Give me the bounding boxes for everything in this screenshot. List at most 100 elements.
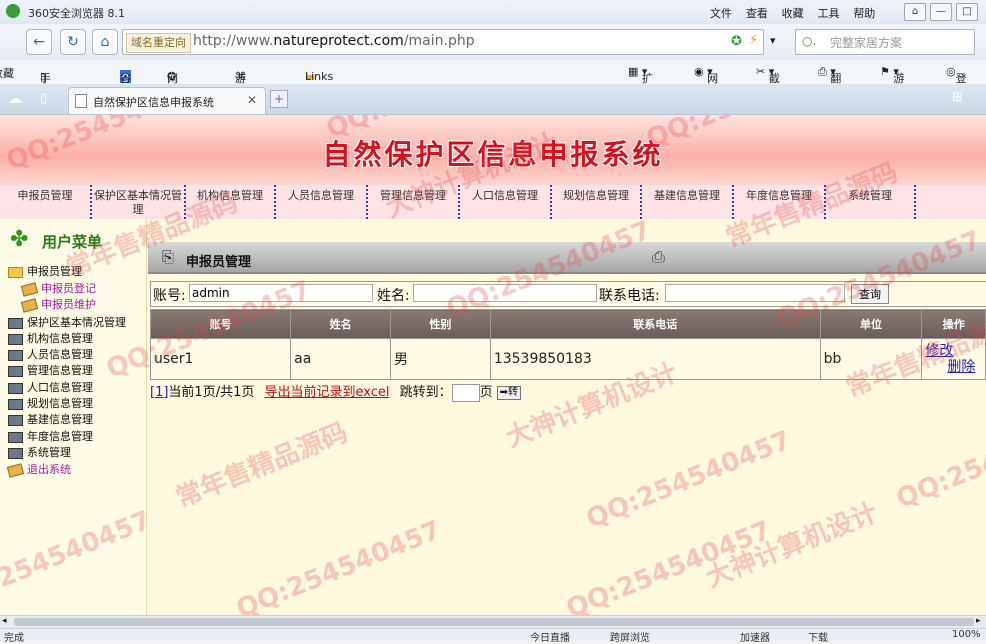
topnav-declarer[interactable]: 申报员管理 <box>0 185 92 219</box>
scroll-left-icon[interactable]: ◂ <box>2 616 7 626</box>
tab-close-icon[interactable]: ✕ <box>247 93 257 107</box>
toolbar-login[interactable]: ◎ 登录 <box>946 65 967 101</box>
sidebar-item-reserve-basic[interactable]: 保护区基本情况管理 <box>8 314 126 330</box>
topnav-system[interactable]: 系统管理 <box>826 185 916 219</box>
page-1-link[interactable]: [1] <box>150 385 168 400</box>
toolbar-screenshot[interactable]: ✂ 截图 ▾ <box>756 65 780 101</box>
topnav-annual[interactable]: 年度信息管理 <box>734 185 826 219</box>
book-icon <box>8 414 23 426</box>
status-zoom[interactable]: 100% <box>952 629 981 640</box>
tab-menu-icon[interactable]: ⊞ <box>952 90 963 105</box>
book-icon <box>8 365 23 377</box>
new-tab-button[interactable]: + <box>270 90 288 108</box>
toolbar-banking[interactable]: ◉ 网银 ▾ <box>694 65 718 101</box>
bookmark-favorites[interactable]: 收藏 <box>0 65 14 81</box>
status-crossscreen[interactable]: 跨屏浏览 <box>610 629 650 644</box>
menu-item-tools[interactable]: 工具 <box>817 7 839 20</box>
sidebar-item-planning[interactable]: 规划信息管理 <box>8 395 93 411</box>
sidebar-item-declarer[interactable]: 申报员管理 <box>8 263 82 279</box>
address-toolbar: ← ↻ ⌂ 域名重定向 http://www.natureprotect.com… <box>0 24 986 61</box>
phone-label: 联系电话: <box>599 288 660 304</box>
sidebar-item-institution[interactable]: 机构信息管理 <box>8 330 93 346</box>
home-button[interactable]: ⌂ <box>92 29 118 55</box>
browser-logo-icon <box>6 4 20 18</box>
topnav-management[interactable]: 管理信息管理 <box>368 185 460 219</box>
pager: [1]当前1页/共1页 导出当前记录到excel 跳转到： 页 ➡转 <box>150 381 550 402</box>
watermark-text: QQ:254540457 <box>892 405 986 515</box>
url-dropdown-icon[interactable]: ▾ <box>770 34 776 47</box>
sidebar-item-declarer-register[interactable]: 申报员登记 <box>20 280 96 297</box>
horizontal-scrollbar[interactable]: ◂ ▸ <box>0 615 986 628</box>
banner: 自然保护区信息申报系统 <box>0 115 986 185</box>
sidebar: ✤ 用户菜单 申报员管理 申报员登记 申报员维护 保护区基本情况管理 机构信息管… <box>0 219 147 615</box>
name-label: 姓名: <box>377 288 410 304</box>
lightning-icon[interactable]: ⚡ <box>749 33 758 48</box>
redirect-badge[interactable]: 域名重定向 <box>126 33 191 53</box>
watermark-text: QQ:254540457 <box>562 515 776 615</box>
topnav-institution[interactable]: 机构信息管理 <box>186 185 276 219</box>
sidebar-item-management[interactable]: 管理信息管理 <box>8 362 93 378</box>
toolbar-extensions[interactable]: ▦ 扩展 ▾ <box>628 65 653 101</box>
panel-header: ⎘ 申报员管理 ⎙ <box>148 242 986 274</box>
status-download[interactable]: 下载 <box>808 629 828 644</box>
search-box[interactable]: ○. 完整家居方案 <box>795 29 975 55</box>
skin-button[interactable]: ⌂ <box>904 3 926 21</box>
search-placeholder[interactable]: 完整家居方案 <box>830 34 902 51</box>
query-button[interactable]: 查询 <box>851 284 889 304</box>
phone-icon[interactable]: ▯ <box>40 91 47 106</box>
sidebar-item-system[interactable]: 系统管理 <box>8 444 71 460</box>
book-icon <box>8 317 23 329</box>
scroll-right-icon[interactable]: ▸ <box>976 616 981 626</box>
sidebar-item-personnel[interactable]: 人员信息管理 <box>8 346 93 362</box>
cloud-icon[interactable]: ☁ <box>8 91 22 107</box>
cell-unit: bb <box>819 338 923 380</box>
scrollbar-thumb[interactable] <box>14 618 974 626</box>
url-text[interactable]: http://www.natureprotect.com/main.php <box>193 33 475 49</box>
back-button[interactable]: ← <box>26 29 52 55</box>
topnav-reserve-basic[interactable]: 保护区基本情况管理 <box>92 185 186 219</box>
status-live[interactable]: 今日直播 <box>530 629 570 644</box>
delete-link[interactable]: 删除 <box>925 359 982 375</box>
maximize-button[interactable]: □ <box>956 3 978 21</box>
browser-menu: 文件 查看 收藏 工具 帮助 <box>700 5 875 21</box>
minimize-button[interactable]: — <box>930 3 952 21</box>
topnav-population[interactable]: 人口信息管理 <box>460 185 552 219</box>
topnav-infrastructure[interactable]: 基建信息管理 <box>642 185 734 219</box>
sidebar-header: 用户菜单 <box>42 233 103 251</box>
jump-page-input[interactable] <box>451 383 480 402</box>
account-input[interactable] <box>189 284 373 302</box>
toolbar-games[interactable]: ⚑ 游戏 ▾ <box>880 65 904 101</box>
col-account: 账号 <box>149 309 292 339</box>
search-engine-icon[interactable]: ○. <box>802 34 816 48</box>
status-accelerator[interactable]: 加速器 <box>740 629 770 644</box>
search-form: 账号: 姓名: 联系电话: 查询 <box>150 281 986 307</box>
sidebar-item-declarer-maintain[interactable]: 申报员维护 <box>20 296 96 313</box>
sidebar-item-population[interactable]: 人口信息管理 <box>8 379 93 395</box>
sidebar-item-annual[interactable]: 年度信息管理 <box>8 428 93 444</box>
print-icon[interactable]: ⎙ <box>652 247 665 267</box>
book-icon <box>8 398 23 410</box>
url-bar[interactable]: 域名重定向 http://www.natureprotect.com/main.… <box>122 29 764 55</box>
export-excel-link[interactable]: 导出当前记录到excel <box>265 385 390 400</box>
security-shield-icon[interactable]: ✪ <box>731 34 742 49</box>
status-text: 完成 <box>4 633 24 644</box>
menu-item-favorites[interactable]: 收藏 <box>782 7 804 20</box>
watermark-text: 常年售精品源码 <box>171 417 352 514</box>
phone-input[interactable] <box>665 284 845 302</box>
cell-gender: 男 <box>390 338 491 380</box>
name-input[interactable] <box>413 284 597 302</box>
toolbar-translate[interactable]: ⎙ 翻译 ▾ <box>818 65 841 101</box>
edit-link[interactable]: 修改 <box>925 343 982 359</box>
menu-item-file[interactable]: 文件 <box>710 7 732 20</box>
menu-item-help[interactable]: 帮助 <box>853 7 875 20</box>
go-button[interactable]: ➡转 <box>496 385 522 400</box>
page-icon <box>75 94 87 108</box>
topnav-personnel[interactable]: 人员信息管理 <box>276 185 368 219</box>
topnav-planning[interactable]: 规划信息管理 <box>552 185 642 219</box>
sidebar-item-logout[interactable]: 退出系统 <box>6 461 71 478</box>
home-icon: ⌂ <box>100 34 110 50</box>
menu-item-view[interactable]: 查看 <box>746 7 768 20</box>
refresh-button[interactable]: ↻ <box>60 29 86 55</box>
sidebar-item-infrastructure[interactable]: 基建信息管理 <box>8 411 93 427</box>
tab-active[interactable]: 自然保护区信息申报系统 ✕ <box>68 87 266 114</box>
